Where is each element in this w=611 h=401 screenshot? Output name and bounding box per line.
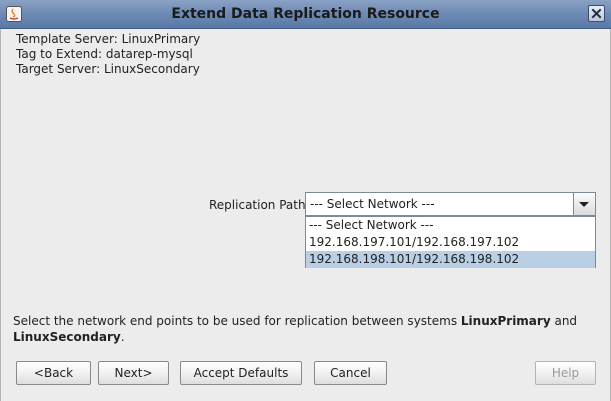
cancel-button[interactable]: Cancel [314,361,387,385]
dropdown-option[interactable]: 192.168.197.101/192.168.197.102 [306,234,595,251]
title-bar[interactable]: Extend Data Replication Resource [0,0,611,29]
replication-path-label: Replication Path [209,198,306,212]
chevron-down-icon [579,202,589,207]
dialog-content: Template Server: LinuxPrimary Tag to Ext… [0,29,611,401]
help-button[interactable]: Help [535,361,596,385]
dialog-window: Extend Data Replication Resource Templat… [0,0,611,401]
accept-defaults-button[interactable]: Accept Defaults [180,361,302,385]
target-server-label: Target Server: LinuxSecondary [16,62,200,76]
tag-to-extend-label: Tag to Extend: datarep-mysql [16,47,193,61]
replication-path-dropdown-list: --- Select Network --- 192.168.197.101/1… [305,216,596,268]
next-button[interactable]: Next> [98,361,169,385]
replication-path-combobox[interactable]: --- Select Network --- [305,192,596,216]
instruction-prefix: Select the network end points to be used… [13,314,461,328]
template-server-label: Template Server: LinuxPrimary [16,32,201,46]
back-button[interactable]: <Back [16,361,91,385]
instruction-suffix: . [120,330,125,344]
combobox-dropdown-button[interactable] [573,193,595,215]
secondary-system-name: LinuxSecondary [13,330,121,344]
instruction-conjunction: and [550,314,578,328]
dropdown-option-highlighted[interactable]: 192.168.198.101/192.168.198.102 [306,251,595,268]
primary-system-name: LinuxPrimary [460,314,551,328]
close-icon [591,8,602,19]
close-button[interactable] [588,5,605,22]
instruction-text: Select the network end points to be used… [13,313,598,345]
dropdown-option[interactable]: --- Select Network --- [306,217,595,234]
window-title: Extend Data Replication Resource [171,6,440,22]
combobox-selected-value: --- Select Network --- [310,197,435,211]
